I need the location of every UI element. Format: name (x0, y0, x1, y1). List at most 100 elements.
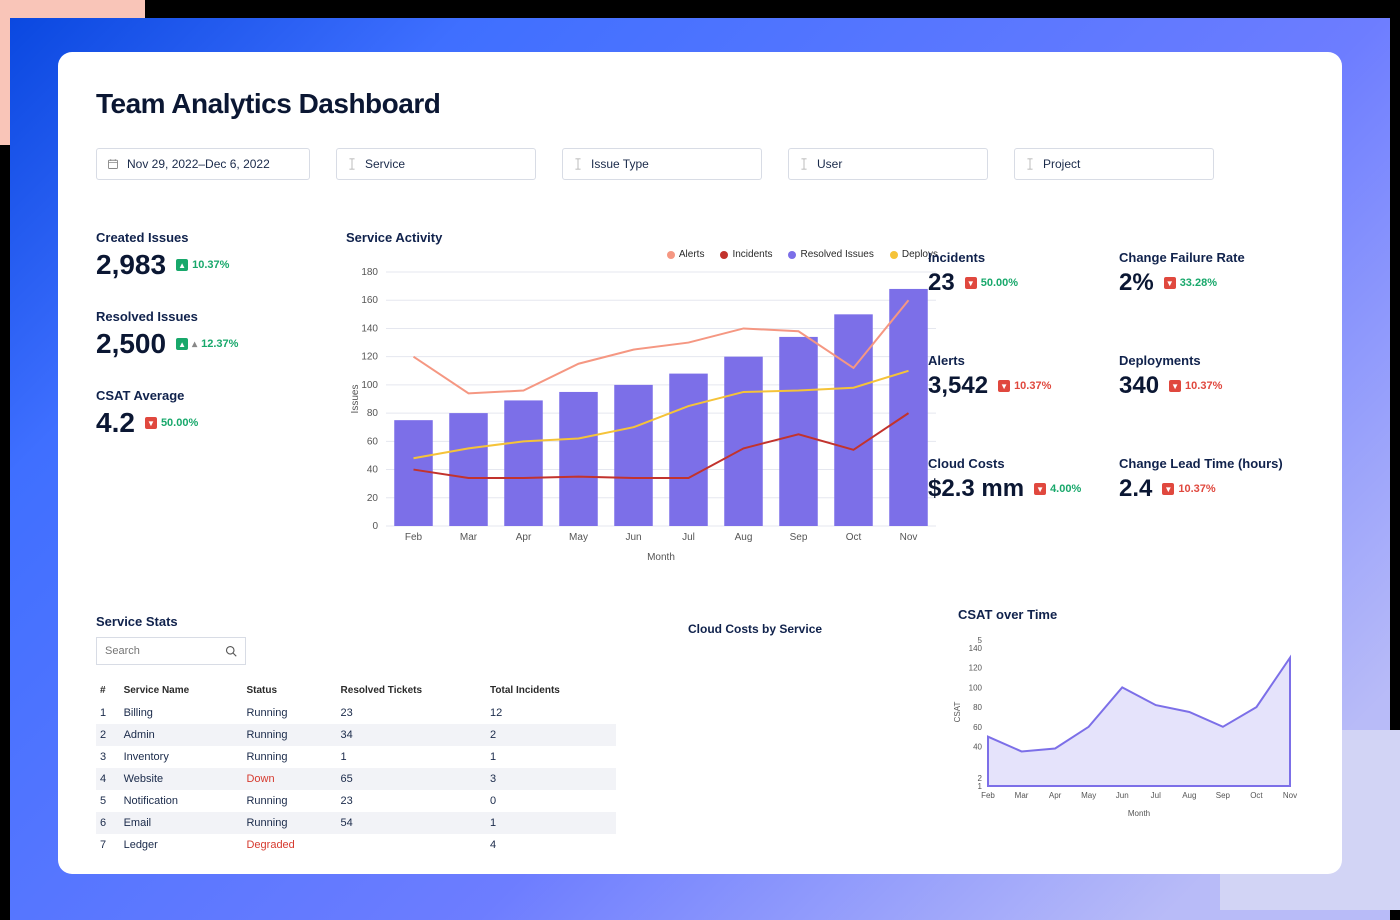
metric-label: Cloud Costs (928, 456, 1107, 471)
legend-resolved: Resolved Issues (800, 249, 873, 260)
metric-label: Deployments (1119, 353, 1298, 368)
issue-type-filter[interactable]: Issue Type (562, 148, 762, 180)
svg-text:May: May (569, 532, 588, 543)
service-filter-label: Service (365, 157, 405, 171)
svg-text:Nov: Nov (1283, 791, 1297, 800)
metric-deployments: Deployments 340▼10.37% (1119, 353, 1298, 400)
chart-title: Service Activity (346, 230, 946, 245)
metric-value: 2,983 (96, 249, 166, 281)
svg-text:Apr: Apr (1049, 791, 1062, 800)
table-row[interactable]: 7LedgerDegraded4 (96, 834, 616, 856)
table-row[interactable]: 1BillingRunning2312 (96, 702, 616, 724)
table-row[interactable]: 2AdminRunning342 (96, 724, 616, 746)
col-resolved[interactable]: Resolved Tickets (337, 679, 486, 702)
legend-dot-deploys (890, 251, 898, 259)
metric-pct: 33.28% (1180, 277, 1217, 289)
table-row[interactable]: 6EmailRunning541 (96, 812, 616, 834)
svg-text:60: 60 (973, 723, 982, 732)
table-row[interactable]: 4WebsiteDown653 (96, 768, 616, 790)
csat-over-time-chart: CSAT over Time 124060801001201405FebMarA… (948, 607, 1298, 822)
user-filter[interactable]: User (788, 148, 988, 180)
search-icon (225, 645, 237, 657)
svg-text:Sep: Sep (1216, 791, 1231, 800)
metric-created-issues: Created Issues 2,983 ▲ 10.37% (96, 230, 286, 281)
svg-text:60: 60 (367, 436, 379, 447)
svg-text:Mar: Mar (1015, 791, 1029, 800)
trend-down-icon: ▼ (998, 380, 1010, 392)
metric-pct: 50.00% (161, 417, 198, 429)
search-input[interactable] (105, 645, 215, 657)
project-filter-label: Project (1043, 157, 1080, 171)
svg-text:100: 100 (361, 380, 378, 391)
metric-pct: 4.00% (1050, 483, 1081, 495)
svg-text:40: 40 (367, 465, 379, 476)
svg-text:Aug: Aug (1182, 791, 1196, 800)
col-service-name[interactable]: Service Name (120, 679, 243, 702)
trend-up-icon: ▲ (176, 259, 188, 271)
metric-label: Change Lead Time (hours) (1119, 456, 1298, 471)
right-metrics: Incidents 23▼50.00% Change Failure Rate … (928, 250, 1298, 531)
svg-text:160: 160 (361, 295, 378, 306)
date-range-filter[interactable]: Nov 29, 2022–Dec 6, 2022 (96, 148, 310, 180)
svg-text:May: May (1081, 791, 1096, 800)
legend-dot-incidents (720, 251, 728, 259)
metric-value: 2,500 (96, 328, 166, 360)
metric-pct: 10.37% (1014, 380, 1051, 392)
col-number[interactable]: # (96, 679, 120, 702)
cursor-icon (1025, 158, 1035, 170)
svg-text:40: 40 (973, 743, 982, 752)
metric-label: Created Issues (96, 230, 286, 245)
trend-down-icon: ▼ (1162, 483, 1174, 495)
dashboard-card: Team Analytics Dashboard Nov 29, 2022–De… (58, 52, 1342, 874)
metric-label: Alerts (928, 353, 1107, 368)
page-title: Team Analytics Dashboard (96, 88, 1304, 120)
metric-pct: 10.37% (1178, 483, 1215, 495)
trend-down-icon: ▼ (1164, 277, 1176, 289)
metric-value: 3,542 (928, 372, 988, 400)
service-activity-chart: Service Activity Alerts Incidents Resolv… (346, 230, 946, 566)
legend-dot-resolved (788, 251, 796, 259)
table-row[interactable]: 3InventoryRunning11 (96, 746, 616, 768)
stats-title: Service Stats (96, 614, 616, 629)
svg-text:100: 100 (969, 683, 983, 692)
metric-incidents: Incidents 23▼50.00% (928, 250, 1107, 297)
legend-alerts: Alerts (679, 249, 705, 260)
calendar-icon (107, 158, 119, 170)
date-range-label: Nov 29, 2022–Dec 6, 2022 (127, 157, 270, 171)
metric-label: CSAT Average (96, 388, 286, 403)
svg-text:0: 0 (372, 521, 378, 532)
metric-value: $2.3 mm (928, 475, 1024, 503)
chart-legend: Alerts Incidents Resolved Issues Deploys (346, 249, 938, 260)
svg-text:Feb: Feb (981, 791, 995, 800)
search-box[interactable] (96, 637, 246, 665)
svg-text:140: 140 (969, 644, 983, 653)
cursor-icon (347, 158, 357, 170)
metric-cloud-costs: Cloud Costs $2.3 mm▼4.00% (928, 456, 1107, 503)
svg-text:5: 5 (978, 636, 983, 645)
svg-text:Oct: Oct (846, 532, 862, 543)
caret-up-icon: ▴ (192, 339, 197, 350)
project-filter[interactable]: Project (1014, 148, 1214, 180)
svg-text:1: 1 (978, 782, 983, 791)
svg-text:80: 80 (973, 703, 982, 712)
table-row[interactable]: 5NotificationRunning230 (96, 790, 616, 812)
user-filter-label: User (817, 157, 842, 171)
metric-pct: 10.37% (192, 259, 229, 271)
col-incidents[interactable]: Total Incidents (486, 679, 616, 702)
service-filter[interactable]: Service (336, 148, 536, 180)
cursor-icon (573, 158, 583, 170)
svg-text:Sep: Sep (790, 532, 808, 543)
left-metrics: Created Issues 2,983 ▲10.37% Resolved Is… (96, 230, 286, 467)
svg-text:Aug: Aug (735, 532, 753, 543)
svg-text:Oct: Oct (1250, 791, 1263, 800)
metric-change-failure-rate: Change Failure Rate 2%▼33.28% (1119, 250, 1298, 297)
col-status[interactable]: Status (242, 679, 336, 702)
metric-value: 340 (1119, 372, 1159, 400)
svg-text:120: 120 (969, 664, 983, 673)
svg-text:Jul: Jul (682, 532, 695, 543)
metric-pct: 10.37% (1185, 380, 1222, 392)
svg-text:180: 180 (361, 267, 378, 278)
svg-text:Jun: Jun (1116, 791, 1129, 800)
service-stats: Service Stats # Service Name Status Reso… (96, 614, 616, 874)
metric-csat-avg: CSAT Average 4.2 ▼50.00% (96, 388, 286, 439)
